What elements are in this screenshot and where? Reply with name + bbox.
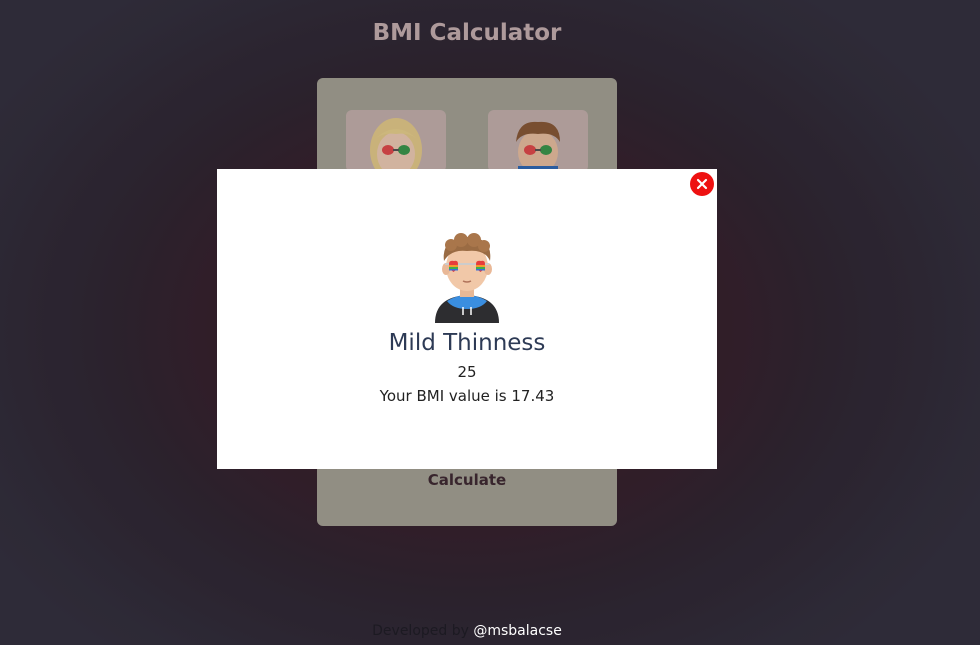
bmi-category: Mild Thinness	[388, 330, 546, 356]
bmi-number: 25	[457, 363, 477, 381]
footer: Developed by @msbalacse	[0, 623, 934, 639]
male-avatar-icon	[435, 233, 499, 323]
author-link[interactable]: @msbalacse	[473, 623, 561, 639]
bmi-result-text: Your BMI value is 17.43	[379, 387, 555, 405]
result-modal: Mild Thinness 25 Your BMI value is 17.43	[217, 169, 717, 469]
close-icon	[696, 178, 708, 190]
close-button[interactable]	[690, 172, 714, 196]
footer-credit-text: Developed by	[372, 623, 469, 639]
